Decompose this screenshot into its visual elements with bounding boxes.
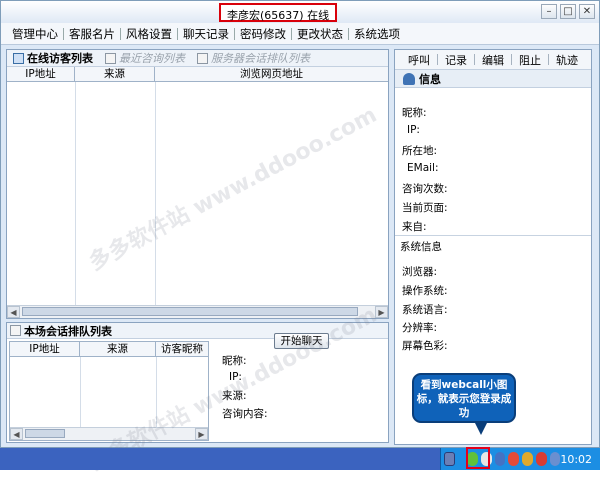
info-field-current-page: 当前页面: [402,202,448,214]
network-icon[interactable] [444,452,456,466]
menu-change-password[interactable]: 密码修改 [235,26,291,42]
minimize-button[interactable]: – [541,4,557,19]
system-field-language: 系统语言: [402,304,448,316]
info-field-location: 所在地: [402,145,438,157]
visitor-grid-header: IP地址 来源 浏览网页地址 [7,67,388,82]
block-button[interactable]: 阻止 [512,52,548,68]
queue-list-icon [10,325,21,336]
visitor-horizontal-scrollbar[interactable]: ◀ ▶ [7,305,388,318]
info-field-nickname: 昵称: [402,107,427,119]
info-field-referrer: 来自: [402,221,427,233]
qq-tray-icon[interactable] [535,452,547,466]
system-field-resolution: 分辨率: [402,322,438,334]
system-tray: 10:02 [440,448,600,470]
queue-horizontal-scrollbar[interactable]: ◀ ▶ [10,427,208,440]
maximize-button[interactable]: □ [560,4,576,19]
tab-label: 最近咨询列表 [119,52,185,65]
tray-app-icon[interactable] [522,452,533,466]
info-header: 信息 [395,70,591,88]
info-title: 信息 [419,72,441,86]
clock[interactable]: 10:02 [560,453,592,466]
start-chat-button[interactable]: 开始聊天 [274,333,329,349]
menu-change-status[interactable]: 更改状态 [292,26,348,42]
queue-grid-header: IP地址 来源 访客昵称 [10,342,208,357]
scroll-right-icon[interactable]: ▶ [195,428,208,440]
tray-app-icon[interactable] [549,452,561,466]
scroll-thumb[interactable] [25,429,65,438]
window-title: 李彦宏(65637) 在线 [219,3,338,22]
grid-column-line [155,82,156,306]
menu-chat-records[interactable]: 聊天记录 [178,26,234,42]
queue-panel: 本场会话排队列表 IP地址 来源 访客昵称 ◀ ▶ 开始聊天 昵称: IP: 来… [6,322,389,443]
menu-service-card[interactable]: 客服名片 [64,26,120,42]
menu-style-settings[interactable]: 风格设置 [121,26,177,42]
recent-list-icon [105,52,116,64]
queue-column-source[interactable]: 来源 [80,342,156,356]
qq-tray-icon[interactable] [508,452,520,466]
grid-column-line [80,357,81,427]
tab-label: 在线访客列表 [27,52,93,65]
queue-field-nickname: 昵称: [222,355,247,367]
title-bar[interactable]: 李彦宏(65637) 在线 – □ ✕ [1,1,599,23]
queue-title: 本场会话排队列表 [7,323,388,339]
info-field-email: EMail: [407,162,439,174]
close-button[interactable]: ✕ [579,4,595,19]
scroll-left-icon[interactable]: ◀ [10,428,23,440]
tray-app-icon[interactable] [494,452,506,466]
track-button[interactable]: 轨迹 [549,52,585,68]
queue-field-ip: IP: [229,371,242,383]
taskbar: 10:02 [0,448,600,470]
grid-column-line [75,82,76,306]
tab-recent-consultations[interactable]: 最近咨询列表 [99,50,191,66]
system-field-browser: 浏览器: [402,266,438,278]
column-page-url[interactable]: 浏览网页地址 [155,67,388,81]
column-ip[interactable]: IP地址 [7,67,75,81]
edit-button[interactable]: 编辑 [475,52,511,68]
column-source[interactable]: 来源 [75,67,155,81]
tab-online-visitors[interactable]: 在线访客列表 [7,50,99,66]
visitor-tabs: 在线访客列表 最近咨询列表 服务器会话排队列表 [7,50,388,67]
system-info-header: 系统信息 [395,235,591,257]
scroll-left-icon[interactable]: ◀ [7,306,20,318]
queue-column-ip[interactable]: IP地址 [10,342,80,356]
visitor-list-icon [13,52,24,64]
queue-column-nickname[interactable]: 访客昵称 [156,342,208,356]
menu-bar: 管理中心 客服名片 风格设置 聊天记录 密码修改 更改状态 系统选项 [1,23,599,45]
tab-label: 服务器会话排队列表 [211,52,310,65]
scroll-thumb[interactable] [22,307,358,316]
grid-column-line [156,357,157,427]
info-field-ip: IP: [407,124,420,136]
menu-admin-center[interactable]: 管理中心 [7,26,63,42]
info-toolbar: 呼叫 记录 编辑 阻止 轨迹 [395,50,591,70]
tab-server-queue[interactable]: 服务器会话排队列表 [191,50,316,66]
queue-grid[interactable]: IP地址 来源 访客昵称 ◀ ▶ [9,341,209,441]
visitor-panel: 在线访客列表 最近咨询列表 服务器会话排队列表 IP地址 来源 浏览网页地址 ◀… [6,49,389,319]
login-success-callout: 看到webcall小图标，就表示您登录成功 [412,373,516,435]
call-button[interactable]: 呼叫 [401,52,437,68]
webcall-highlight-box [466,447,490,469]
scroll-right-icon[interactable]: ▶ [375,306,388,318]
user-icon [403,72,415,85]
menu-system-options[interactable]: 系统选项 [349,26,405,42]
records-button[interactable]: 记录 [438,52,474,68]
system-field-color-depth: 屏幕色彩: [402,340,448,352]
queue-title-label: 本场会话排队列表 [24,324,112,338]
info-field-visit-count: 咨询次数: [402,183,448,195]
visitor-grid-body[interactable] [7,82,388,306]
system-field-os: 操作系统: [402,285,448,297]
queue-field-content: 咨询内容: [222,408,268,420]
server-queue-icon [197,52,208,64]
queue-field-source: 来源: [222,390,247,402]
